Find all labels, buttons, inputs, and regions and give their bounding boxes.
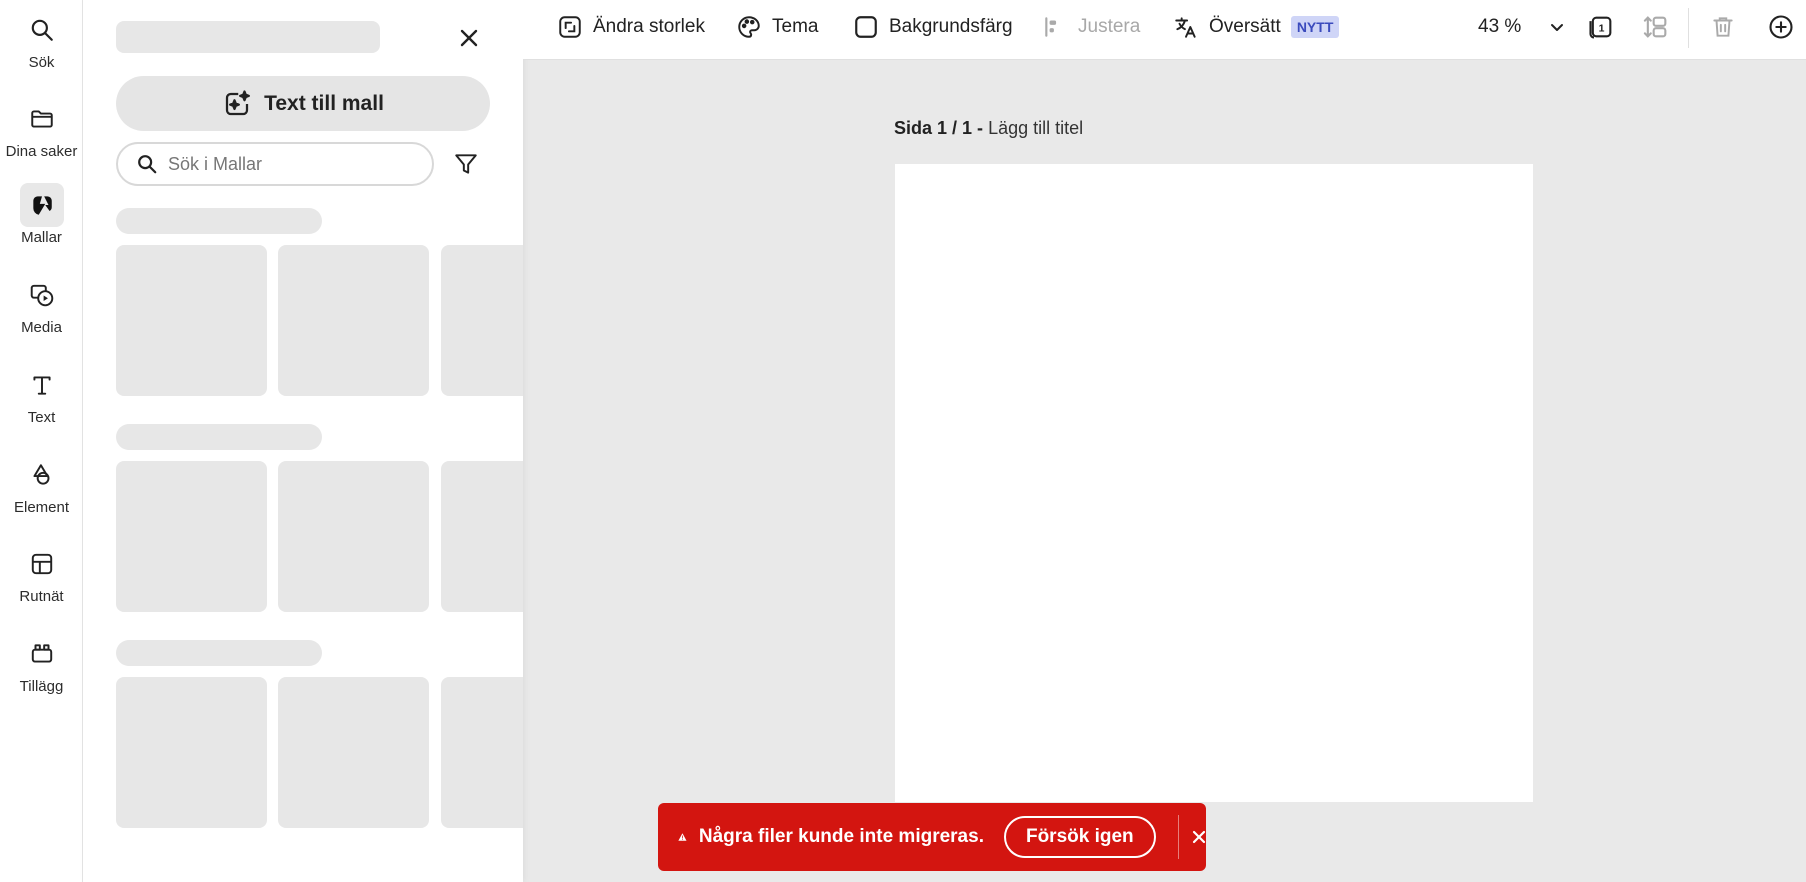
page-title-bar[interactable]: Sida 1 / 1 - Lägg till titel — [894, 118, 1083, 139]
add-page-button[interactable] — [1767, 0, 1795, 54]
svg-text:1: 1 — [1599, 23, 1605, 35]
reorder-icon — [1643, 16, 1667, 38]
grid-icon — [20, 542, 64, 586]
close-icon — [460, 29, 478, 47]
text-icon — [20, 363, 64, 407]
rail-item-text[interactable]: Text — [0, 363, 83, 443]
dismiss-toast-button[interactable] — [1192, 821, 1206, 853]
retry-button[interactable]: Försök igen — [1003, 816, 1156, 858]
translate-button[interactable]: Översätt NYTT — [1173, 0, 1340, 54]
rail-label: Element — [13, 499, 70, 516]
rail-item-templates[interactable]: Mallar — [0, 183, 83, 263]
resize-icon — [559, 16, 581, 38]
background-color-button[interactable]: Bakgrundsfärg — [853, 0, 1013, 54]
toast-message: Några filer kunde inte migreras. — [698, 826, 984, 847]
new-badge: NYTT — [1290, 16, 1340, 38]
addons-icon — [20, 632, 64, 676]
panel-title-skeleton — [116, 21, 380, 53]
media-icon — [20, 273, 64, 317]
align-button[interactable]: Justera — [1042, 0, 1140, 54]
background-color-label: Bakgrundsfärg — [889, 16, 1013, 37]
rail-label: Text — [27, 409, 56, 426]
translate-label: Översätt — [1209, 16, 1281, 37]
rail-item-search[interactable]: Sök — [0, 8, 83, 88]
chevron-down-icon — [1551, 24, 1564, 31]
template-card-skeleton — [116, 677, 267, 828]
search-icon — [138, 155, 157, 174]
rail-label: Mallar — [21, 229, 62, 246]
filter-button[interactable] — [449, 147, 483, 181]
close-icon — [1192, 830, 1206, 844]
align-left-icon — [1045, 17, 1057, 37]
rail-label: Tillägg — [19, 678, 64, 695]
translate-icon — [1175, 17, 1196, 38]
section-title-skeleton — [116, 640, 322, 666]
template-card-skeleton — [441, 461, 523, 612]
section-title-skeleton — [116, 208, 322, 234]
template-card-skeleton — [116, 461, 267, 612]
error-toast: Några filer kunde inte migreras. Försök … — [658, 803, 1206, 871]
template-card-skeleton — [278, 677, 429, 828]
rail-item-media[interactable]: Media — [0, 273, 83, 353]
palette-icon — [738, 16, 760, 38]
align-label: Justera — [1078, 16, 1141, 37]
text-to-template-button[interactable]: Text till mall — [116, 76, 490, 131]
template-search-field[interactable] — [116, 142, 434, 186]
delete-button[interactable] — [1710, 0, 1736, 54]
resize-button[interactable]: Ändra storlek — [557, 0, 705, 54]
zoom-dropdown[interactable]: 43 % — [1478, 0, 1565, 54]
templates-icon — [19, 183, 64, 227]
template-card-skeleton — [278, 461, 429, 612]
search-icon — [20, 8, 64, 52]
shapes-icon — [20, 453, 64, 497]
toolbar-divider — [1688, 8, 1689, 48]
rail-label: Sök — [28, 54, 55, 71]
zoom-value: 43 % — [1478, 16, 1522, 37]
template-card-skeleton — [441, 245, 523, 396]
rail-item-grid[interactable]: Rutnät — [0, 542, 83, 622]
section-title-skeleton — [116, 424, 322, 450]
plus-circle-icon — [1769, 15, 1793, 39]
resize-label: Ändra storlek — [593, 16, 705, 37]
rail-item-addons[interactable]: Tillägg — [0, 632, 83, 712]
rail-label: Dina saker — [5, 143, 78, 160]
template-search-input[interactable] — [168, 153, 408, 175]
templates-panel: Text till mall — [83, 0, 523, 882]
template-card-skeleton — [116, 245, 267, 396]
filter-icon — [455, 154, 477, 174]
pages-icon: 1 — [1589, 16, 1612, 39]
top-toolbar: Ändra storlek Tema Bakgrundsfärg Justera… — [523, 0, 1806, 60]
warning-icon — [678, 833, 687, 841]
rail-label: Rutnät — [19, 588, 64, 605]
page-indicator: Sida 1 / 1 - — [894, 118, 984, 138]
design-page[interactable] — [895, 164, 1533, 802]
template-card-skeleton — [441, 677, 523, 828]
theme-label: Tema — [772, 16, 819, 37]
left-rail: Sök Dina saker Mallar Media Text Element — [0, 0, 83, 882]
color-swatch-icon — [855, 16, 877, 38]
rail-item-your-stuff[interactable]: Dina saker — [0, 97, 83, 177]
rail-label: Media — [21, 319, 62, 336]
theme-button[interactable]: Tema — [736, 0, 818, 54]
folder-icon — [20, 97, 64, 141]
close-panel-button[interactable] — [453, 22, 485, 54]
page-title-placeholder[interactable]: Lägg till titel — [988, 118, 1083, 138]
reorder-button[interactable] — [1642, 0, 1670, 54]
template-card-skeleton — [278, 245, 429, 396]
sparkle-image-icon — [225, 89, 251, 115]
text-to-template-label: Text till mall — [264, 91, 384, 115]
rail-item-elements[interactable]: Element — [0, 453, 83, 533]
trash-icon — [1713, 17, 1733, 37]
pages-button[interactable]: 1 — [1587, 0, 1615, 54]
